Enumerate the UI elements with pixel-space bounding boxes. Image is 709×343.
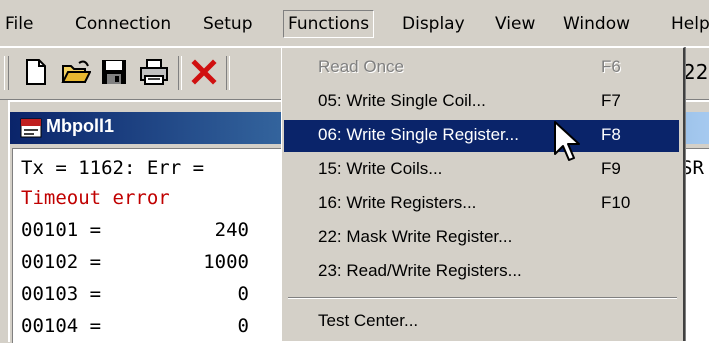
menu-item-write-single-coil[interactable]: 05: Write Single Coil... F7 xyxy=(284,86,679,118)
register-address: 00101 = xyxy=(21,219,102,241)
register-address: 00103 = xyxy=(21,283,102,305)
menu-file[interactable]: File xyxy=(2,11,36,37)
menu-item-write-coils[interactable]: 15: Write Coils... F9 xyxy=(284,154,679,186)
mouse-pointer-icon xyxy=(554,121,580,161)
register-value: 0 xyxy=(237,315,249,337)
menu-item-mask-write-register[interactable]: 22: Mask Write Register... xyxy=(284,222,679,254)
menu-separator xyxy=(288,297,677,299)
menu-window[interactable]: Window xyxy=(560,11,633,37)
menu-view[interactable]: View xyxy=(492,11,538,37)
menu-setup[interactable]: Setup xyxy=(200,11,255,37)
app-doc-icon xyxy=(20,118,42,138)
save-disk-icon[interactable] xyxy=(98,56,130,88)
menu-connection[interactable]: Connection xyxy=(72,11,174,37)
menu-item-read-write-registers[interactable]: 23: Read/Write Registers... xyxy=(284,256,679,288)
menu-item-read-once: Read Once F6 xyxy=(318,57,621,76)
delete-x-icon[interactable] xyxy=(188,56,220,88)
print-icon[interactable] xyxy=(138,56,170,88)
menu-item-write-single-register[interactable]: 06: Write Single Register... F8 xyxy=(284,120,679,152)
register-address: 00104 = xyxy=(21,315,102,337)
toolbar-separator xyxy=(178,56,182,90)
open-folder-icon[interactable] xyxy=(60,56,92,88)
menu-help[interactable]: Help xyxy=(668,11,709,37)
new-file-icon[interactable] xyxy=(20,56,52,88)
register-value: 1000 xyxy=(203,251,249,273)
toolbar-partial-text: 22 xyxy=(683,60,709,84)
menu-item-write-registers[interactable]: 16: Write Registers... F10 xyxy=(284,188,679,220)
menu-bar: File Connection Setup Functions Display … xyxy=(0,0,709,47)
menu-display[interactable]: Display xyxy=(399,11,468,37)
functions-dropdown-menu: Read Once F6 05: Write Single Coil... F7… xyxy=(281,47,685,341)
register-value: 0 xyxy=(237,283,249,305)
menu-functions[interactable]: Functions xyxy=(283,10,375,38)
register-address: 00102 = xyxy=(21,251,102,273)
toolbar-separator xyxy=(226,56,230,90)
status-line: Tx = 1162: Err = xyxy=(21,157,205,179)
register-value: 240 xyxy=(214,219,249,241)
error-message: Timeout error xyxy=(21,187,170,209)
toolbar-grip[interactable] xyxy=(4,56,9,90)
window-title: Mbpoll1 xyxy=(46,116,114,136)
menu-item-test-center[interactable]: Test Center... xyxy=(284,306,679,338)
